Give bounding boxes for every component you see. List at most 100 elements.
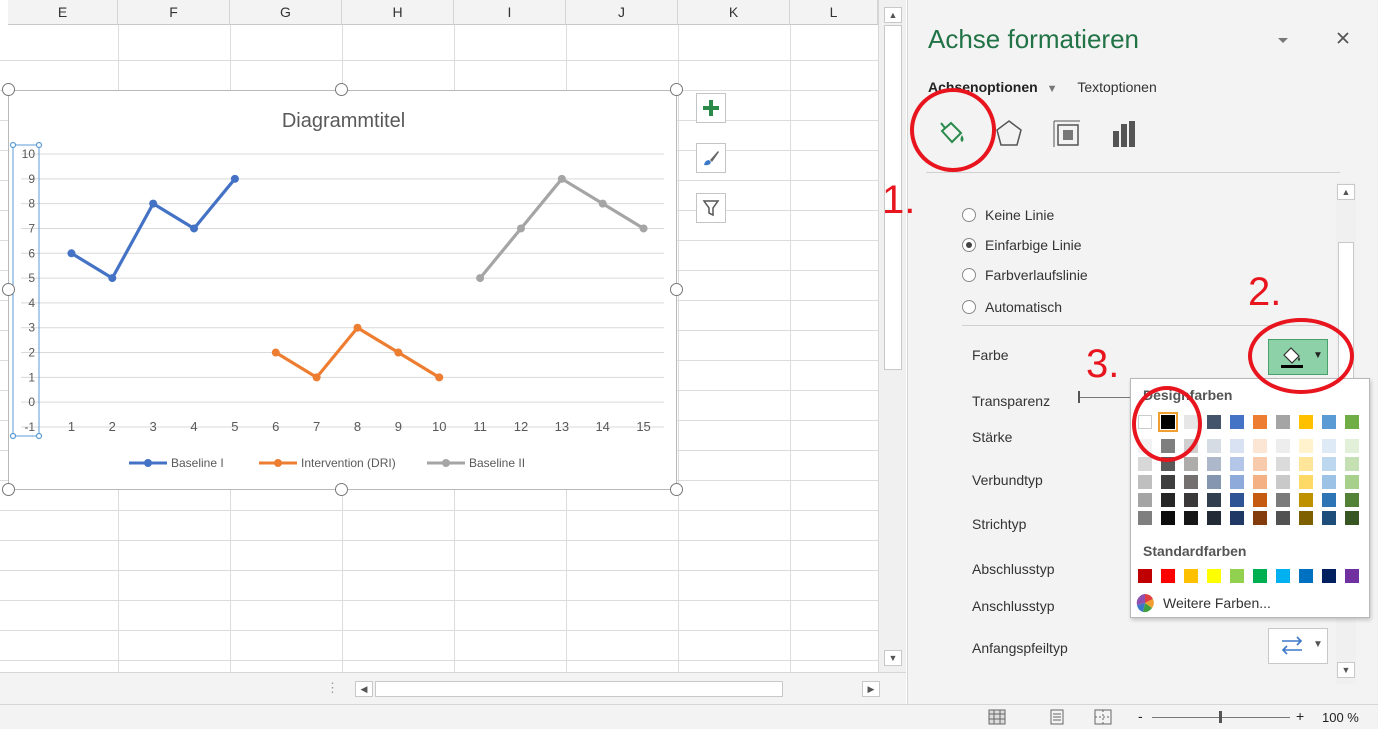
- line-chart[interactable]: Diagrammtitel-10123456789101 2 3 4 5 6 7 8 9 10 11…: [9, 91, 678, 491]
- theme-shade-swatch[interactable]: [1207, 439, 1221, 453]
- standard-color-swatch[interactable]: [1322, 569, 1336, 583]
- page-break-icon[interactable]: [1094, 709, 1112, 725]
- option-einfarbige-linie[interactable]: Einfarbige Linie: [962, 237, 1082, 253]
- standard-color-swatch[interactable]: [1138, 569, 1152, 583]
- horizontal-scroll-thumb[interactable]: [375, 681, 783, 697]
- column-header-f[interactable]: F: [118, 0, 230, 25]
- column-header-e[interactable]: E: [8, 0, 118, 25]
- theme-shade-swatch[interactable]: [1345, 511, 1359, 525]
- standard-color-swatch[interactable]: [1184, 569, 1198, 583]
- spreadsheet-area[interactable]: EFGHIJKL Diagrammtitel -1 0 1 2 3 4 5 6 7 8 9 10 1 2 3 4…: [0, 0, 878, 672]
- resize-handle-tl[interactable]: [2, 83, 15, 96]
- column-header-l[interactable]: L: [790, 0, 878, 25]
- theme-shade-swatch[interactable]: [1276, 439, 1290, 453]
- effects-icon[interactable]: [992, 117, 1026, 151]
- theme-shade-swatch[interactable]: [1207, 457, 1221, 471]
- theme-shade-swatch[interactable]: [1138, 511, 1152, 525]
- size-properties-icon[interactable]: [1050, 117, 1084, 151]
- zoom-out-button[interactable]: -: [1138, 708, 1143, 724]
- splitter-dots[interactable]: ⋮: [326, 680, 339, 696]
- resize-handle-ml[interactable]: [2, 283, 15, 296]
- radio-einfarbige-linie[interactable]: [962, 238, 976, 252]
- theme-shade-swatch[interactable]: [1322, 457, 1336, 471]
- theme-color-swatch[interactable]: [1322, 415, 1336, 429]
- theme-shade-swatch[interactable]: [1253, 493, 1267, 507]
- more-colors-item[interactable]: Weitere Farben...: [1135, 593, 1271, 613]
- theme-shade-swatch[interactable]: [1322, 493, 1336, 507]
- option-automatisch[interactable]: Automatisch: [962, 299, 1062, 315]
- theme-shade-swatch[interactable]: [1276, 475, 1290, 489]
- theme-color-swatch[interactable]: [1207, 415, 1221, 429]
- axis-options-icon[interactable]: [1108, 117, 1142, 151]
- theme-shade-swatch[interactable]: [1276, 457, 1290, 471]
- theme-shade-swatch[interactable]: [1184, 493, 1198, 507]
- theme-shade-swatch[interactable]: [1161, 493, 1175, 507]
- theme-color-swatch[interactable]: [1253, 415, 1267, 429]
- theme-shade-swatch[interactable]: [1230, 439, 1244, 453]
- pane-scroll-up[interactable]: ▲: [1337, 184, 1355, 200]
- tab-textoptionen[interactable]: Textoptionen: [1077, 79, 1156, 95]
- theme-shade-swatch[interactable]: [1253, 475, 1267, 489]
- pane-menu-chevron-icon[interactable]: [1277, 37, 1289, 45]
- theme-shade-swatch[interactable]: [1184, 511, 1198, 525]
- resize-handle-bl[interactable]: [2, 483, 15, 496]
- close-icon[interactable]: [1336, 31, 1350, 45]
- theme-shade-swatch[interactable]: [1184, 457, 1198, 471]
- zoom-in-button[interactable]: +: [1296, 708, 1304, 724]
- theme-shade-swatch[interactable]: [1299, 493, 1313, 507]
- standard-color-swatch[interactable]: [1161, 569, 1175, 583]
- chart-area[interactable]: Diagrammtitel -1 0 1 2 3 4 5 6 7 8 9 10 1 2 3 4 5 6 7 8 9 10 11…: [8, 90, 677, 490]
- scroll-up-button[interactable]: ▲: [884, 7, 902, 23]
- chart-elements-button[interactable]: [696, 93, 726, 123]
- theme-shade-swatch[interactable]: [1230, 493, 1244, 507]
- theme-shade-swatch[interactable]: [1230, 457, 1244, 471]
- standard-color-swatch[interactable]: [1207, 569, 1221, 583]
- resize-handle-tm[interactable]: [335, 83, 348, 96]
- standard-color-swatch[interactable]: [1345, 569, 1359, 583]
- column-header-j[interactable]: J: [566, 0, 678, 25]
- theme-shade-swatch[interactable]: [1345, 439, 1359, 453]
- theme-shade-swatch[interactable]: [1207, 511, 1221, 525]
- zoom-slider-thumb[interactable]: [1219, 711, 1222, 723]
- resize-handle-tr[interactable]: [670, 83, 683, 96]
- option-keine-linie[interactable]: Keine Linie: [962, 207, 1054, 223]
- option-farbverlaufslinie[interactable]: Farbverlaufslinie: [962, 267, 1088, 283]
- theme-color-swatch[interactable]: [1299, 415, 1313, 429]
- zoom-level[interactable]: 100 %: [1322, 710, 1359, 725]
- radio-farbverlaufslinie[interactable]: [962, 268, 976, 282]
- scroll-left-button[interactable]: ◀: [355, 681, 373, 697]
- column-header-k[interactable]: K: [678, 0, 790, 25]
- theme-shade-swatch[interactable]: [1276, 511, 1290, 525]
- radio-automatisch[interactable]: [962, 300, 976, 314]
- theme-shade-swatch[interactable]: [1138, 457, 1152, 471]
- page-layout-icon[interactable]: [1048, 709, 1066, 725]
- column-header-g[interactable]: G: [230, 0, 342, 25]
- theme-shade-swatch[interactable]: [1161, 475, 1175, 489]
- scroll-down-button[interactable]: ▼: [884, 650, 902, 666]
- sheet-vertical-scrollbar[interactable]: ▲ ▼: [878, 0, 906, 672]
- chart-title[interactable]: Diagrammtitel: [282, 110, 405, 132]
- theme-shade-swatch[interactable]: [1161, 511, 1175, 525]
- normal-view-icon[interactable]: [988, 709, 1006, 725]
- theme-shade-swatch[interactable]: [1253, 439, 1267, 453]
- theme-color-swatch[interactable]: [1276, 415, 1290, 429]
- chart-filters-button[interactable]: [696, 193, 726, 223]
- column-header-h[interactable]: H: [342, 0, 454, 25]
- theme-shade-swatch[interactable]: [1299, 457, 1313, 471]
- column-header-i[interactable]: I: [454, 0, 566, 25]
- chart-styles-button[interactable]: [696, 143, 726, 173]
- theme-shade-swatch[interactable]: [1299, 439, 1313, 453]
- theme-shade-swatch[interactable]: [1322, 475, 1336, 489]
- scroll-right-button[interactable]: ▶: [862, 681, 880, 697]
- standard-color-swatch[interactable]: [1253, 569, 1267, 583]
- theme-shade-swatch[interactable]: [1207, 493, 1221, 507]
- transparency-track[interactable]: [1080, 397, 1130, 398]
- theme-shade-swatch[interactable]: [1299, 475, 1313, 489]
- theme-shade-swatch[interactable]: [1138, 475, 1152, 489]
- theme-color-swatch[interactable]: [1230, 415, 1244, 429]
- theme-shade-swatch[interactable]: [1207, 475, 1221, 489]
- resize-handle-mr[interactable]: [670, 283, 683, 296]
- resize-handle-bm[interactable]: [335, 483, 348, 496]
- theme-shade-swatch[interactable]: [1230, 475, 1244, 489]
- theme-shade-swatch[interactable]: [1345, 475, 1359, 489]
